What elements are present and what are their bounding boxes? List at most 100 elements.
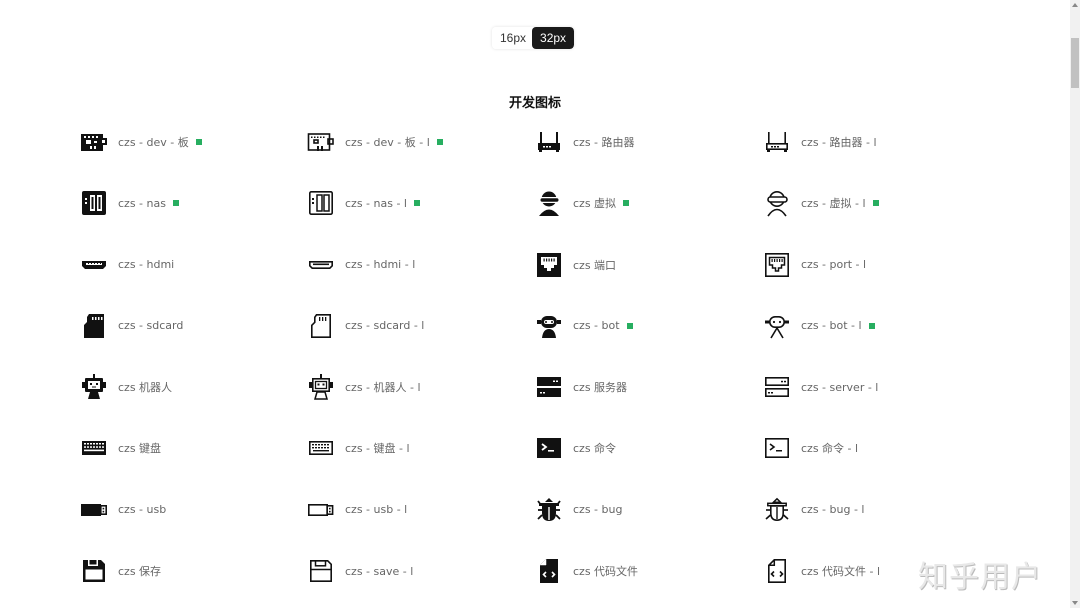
- icon-label: czs - sdcard: [118, 319, 184, 333]
- icon-label: czs 虚拟: [573, 197, 617, 211]
- icon-label: czs 服务器: [573, 381, 628, 395]
- size-option-16px[interactable]: 16px: [492, 27, 533, 49]
- icon-label: czs - 路由器: [573, 136, 635, 149]
- icon-item[interactable]: czs - 路由器 - l: [763, 126, 877, 158]
- icon-label: czs - 机器人 - l: [345, 381, 421, 395]
- dev-board-filled-icon: [80, 128, 108, 156]
- code-file-outline-icon: [763, 557, 791, 585]
- icon-label: czs - sdcard - l: [345, 319, 425, 333]
- icon-item[interactable]: czs 代码文件: [535, 555, 638, 587]
- icon-item[interactable]: czs 命令 - l: [763, 432, 858, 464]
- icon-label: czs 机器人: [118, 381, 173, 395]
- scrollbar[interactable]: [1070, 0, 1080, 608]
- scroll-up-arrow-icon[interactable]: [1072, 3, 1078, 7]
- icon-label: czs 键盘: [118, 442, 162, 456]
- icon-item[interactable]: czs 机器人: [80, 371, 172, 403]
- keyboard-outline-icon: [307, 434, 335, 462]
- icon-item[interactable]: czs - dev - 板 - l: [307, 126, 443, 158]
- icon-label: czs 端口: [573, 258, 617, 272]
- icon-label: czs 代码文件 - l: [801, 565, 881, 579]
- icon-label: czs - usb - l: [345, 503, 408, 517]
- new-badge: [868, 322, 875, 329]
- icon-item[interactable]: czs - save - l: [307, 555, 413, 587]
- icon-item[interactable]: czs - port - l: [763, 249, 866, 281]
- icon-item[interactable]: czs - usb - l: [307, 494, 407, 526]
- icon-item[interactable]: czs - bot - l: [763, 310, 875, 342]
- icon-item[interactable]: czs - hdmi - l: [307, 249, 415, 281]
- router-filled-icon: [535, 128, 563, 156]
- new-badge: [626, 322, 633, 329]
- vr-filled-icon: [535, 189, 563, 217]
- server-outline-icon: [763, 373, 791, 401]
- nas-outline-icon: [307, 189, 335, 217]
- usb-filled-icon: [80, 496, 108, 524]
- icon-label: czs - nas: [118, 196, 166, 210]
- icon-item[interactable]: czs - dev - 板: [80, 126, 202, 158]
- bug-filled-icon: [535, 496, 563, 524]
- icon-item[interactable]: czs 键盘: [80, 432, 161, 464]
- icon-label: czs - 键盘 - l: [345, 442, 410, 456]
- dev-board-outline-icon: [307, 128, 335, 156]
- vr-outline-icon: [763, 189, 791, 217]
- scrollbar-thumb[interactable]: [1071, 38, 1079, 88]
- new-badge: [436, 139, 443, 145]
- icon-row: czs - hdmi czs - hdmi - l czs 端口 czs - port…: [80, 249, 1000, 310]
- keyboard-filled-icon: [80, 434, 108, 462]
- bot-outline-icon: [763, 312, 791, 340]
- icon-row: czs 机器人 czs - 机器人 - l czs 服务器 czs - server …: [80, 371, 1000, 432]
- icon-label: czs 命令 - l: [801, 442, 859, 456]
- new-badge: [872, 200, 879, 207]
- robot-outline-icon: [307, 373, 335, 401]
- terminal-filled-icon: [535, 434, 563, 462]
- icon-item[interactable]: czs - bot: [535, 310, 633, 342]
- icon-item[interactable]: czs 虚拟: [535, 187, 630, 219]
- icon-item[interactable]: czs - nas - l: [307, 187, 420, 219]
- bot-filled-icon: [535, 312, 563, 340]
- hdmi-outline-icon: [307, 251, 335, 279]
- icon-item[interactable]: czs - 机器人 - l: [307, 371, 421, 403]
- save-filled-icon: [80, 557, 108, 585]
- icon-item[interactable]: czs - sdcard: [80, 310, 183, 342]
- icon-item[interactable]: czs - sdcard - l: [307, 310, 424, 342]
- icon-item[interactable]: czs - server - l: [763, 371, 878, 403]
- terminal-outline-icon: [763, 434, 791, 462]
- new-badge: [413, 200, 420, 207]
- icon-item[interactable]: czs 命令: [535, 432, 616, 464]
- icon-item[interactable]: czs - 键盘 - l: [307, 432, 410, 464]
- new-badge: [623, 200, 630, 207]
- scroll-down-arrow-icon[interactable]: [1072, 601, 1078, 605]
- usb-outline-icon: [307, 496, 335, 524]
- icon-item[interactable]: czs - 路由器: [535, 126, 635, 158]
- icon-label: czs - save - l: [345, 564, 414, 578]
- icon-item[interactable]: czs 保存: [80, 555, 161, 587]
- icon-grid: czs - dev - 板 czs - dev - 板 - l czs - 路由器 c…: [80, 126, 1000, 616]
- sdcard-outline-icon: [307, 312, 335, 340]
- server-filled-icon: [535, 373, 563, 401]
- icon-item[interactable]: czs - nas: [80, 187, 179, 219]
- size-option-32px[interactable]: 32px: [532, 27, 575, 49]
- icon-row: czs - usb czs - usb - l czs - bug czs - bug…: [80, 494, 1000, 555]
- icon-label: czs - 路由器 - l: [801, 136, 877, 149]
- icon-label: czs - hdmi - l: [345, 258, 416, 272]
- icon-item[interactable]: czs 服务器: [535, 371, 627, 403]
- port-outline-icon: [763, 251, 791, 279]
- code-file-filled-icon: [535, 557, 563, 585]
- icon-label: czs 代码文件: [573, 565, 639, 579]
- icon-row: czs - sdcard czs - sdcard - l czs - bot czs…: [80, 310, 1000, 371]
- icon-label: czs - bug - l: [801, 503, 865, 517]
- new-badge: [195, 139, 202, 145]
- icon-item[interactable]: czs 端口: [535, 249, 616, 281]
- icon-item[interactable]: czs - 虚拟 - l: [763, 187, 879, 219]
- watermark: 知乎用户: [918, 560, 1042, 595]
- router-outline-icon: [763, 128, 791, 156]
- icon-label: czs - dev - 板 - l: [345, 136, 430, 149]
- icon-label: czs - server - l: [801, 380, 879, 394]
- icon-item[interactable]: czs - usb: [80, 494, 166, 526]
- icon-item[interactable]: czs - bug: [535, 494, 622, 526]
- icon-item[interactable]: czs 代码文件 - l: [763, 555, 880, 587]
- icon-label: czs - bug: [573, 503, 623, 517]
- icon-label: czs - 虚拟 - l: [801, 197, 866, 211]
- icon-item[interactable]: czs - bug - l: [763, 494, 864, 526]
- icon-item[interactable]: czs - hdmi: [80, 249, 174, 281]
- icon-label: czs - hdmi: [118, 258, 175, 272]
